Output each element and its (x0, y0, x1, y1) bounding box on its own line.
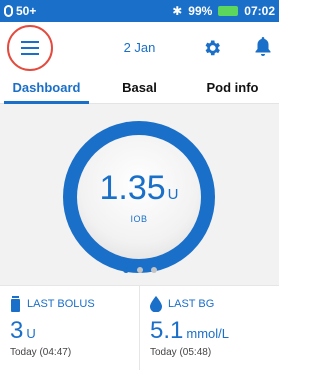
pod-icon (4, 5, 13, 17)
pager-dot[interactable] (122, 267, 129, 273)
menu-icon (21, 41, 39, 55)
tab-basal[interactable]: Basal (93, 74, 186, 103)
last-bg-value: 5.1 (150, 317, 184, 344)
iob-value-row: 1.35 U (99, 171, 178, 212)
last-bg-header: LAST BG (150, 296, 279, 312)
pod-level: 50+ (16, 4, 37, 18)
menu-button[interactable] (7, 25, 53, 71)
iob-display: 1.35 U IOB (77, 135, 201, 259)
iob-value: 1.35 (99, 168, 166, 207)
tab-dashboard[interactable]: Dashboard (0, 74, 93, 104)
bluetooth-icon: ✱ (172, 4, 183, 18)
iob-label: IOB (130, 213, 148, 224)
bolus-icon (11, 296, 20, 312)
battery-icon (218, 6, 239, 16)
app-header: 2 Jan (0, 22, 279, 74)
battery-percent: 99% (188, 4, 213, 18)
gear-icon (205, 40, 220, 56)
last-bg-time: Today (05:48) (150, 347, 212, 358)
status-right: ✱ 99% 07:02 (172, 4, 275, 18)
last-bg-unit: mmol/L (186, 326, 229, 341)
last-bolus-label: LAST BOLUS (27, 298, 95, 310)
bell-icon (255, 37, 271, 56)
stats-panel: LAST BOLUS 3U Today (04:47) LAST BG 5.1 m… (0, 285, 279, 370)
last-bolus-value: 3 (10, 317, 24, 344)
pager-dot[interactable] (150, 267, 157, 273)
tab-pod-info[interactable]: Pod info (186, 74, 279, 103)
settings-button[interactable] (202, 38, 222, 63)
iob-ring: 1.35 U IOB (63, 121, 215, 273)
notifications-button[interactable] (255, 37, 271, 62)
status-time: 07:02 (244, 4, 275, 18)
last-bg-label: LAST BG (168, 298, 215, 310)
last-bolus-unit: U (26, 326, 36, 341)
tab-bar: Dashboard Basal Pod info (0, 74, 279, 104)
last-bg-value-row: 5.1 mmol/L (150, 318, 279, 347)
last-bolus-header: LAST BOLUS (10, 296, 139, 312)
status-bar: 50+ ✱ 99% 07:02 (0, 0, 279, 22)
pager-dot[interactable] (136, 267, 143, 273)
last-bg-card: LAST BG 5.1 mmol/L Today (05:48) (139, 286, 279, 370)
pager-dots[interactable] (0, 267, 279, 273)
last-bolus-value-row: 3U (10, 318, 139, 347)
dashboard-panel: 1.35 U IOB (0, 104, 279, 285)
last-bolus-time: Today (04:47) (10, 347, 72, 358)
status-left: 50+ (4, 4, 36, 18)
last-bolus-card: LAST BOLUS 3U Today (04:47) (0, 286, 139, 370)
blood-drop-icon (150, 296, 162, 312)
iob-unit: U (167, 185, 179, 203)
